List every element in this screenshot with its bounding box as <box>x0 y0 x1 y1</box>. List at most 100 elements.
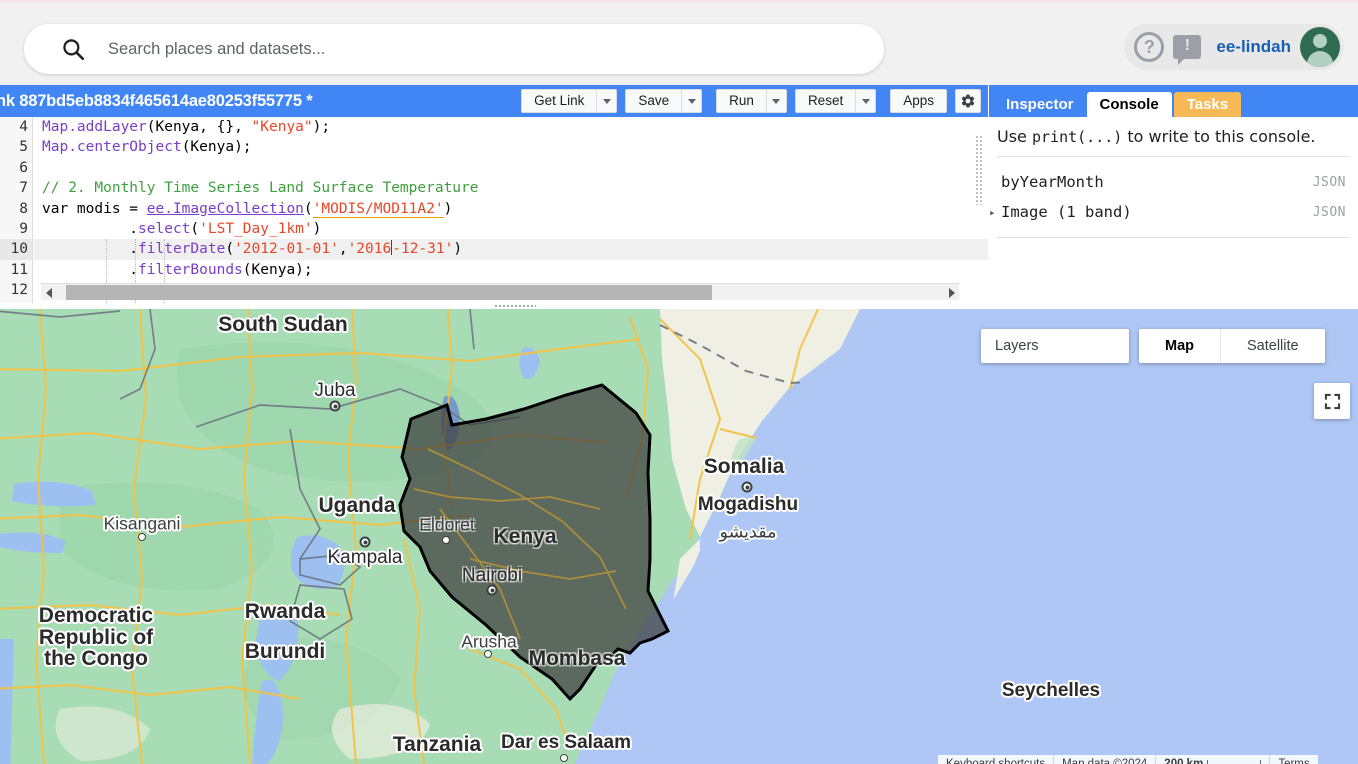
code-string: '2016 <box>347 241 392 258</box>
map-scale-value: 200 km <box>1164 758 1204 764</box>
user-account-pill[interactable]: ? ! ee-lindah <box>1124 24 1344 70</box>
code-line-4[interactable]: Map.addLayer(Kenya, {}, "Kenya"); <box>34 117 988 137</box>
code-string: '2012-01-01' <box>234 241 339 258</box>
fullscreen-button[interactable] <box>1314 383 1350 419</box>
code-editor[interactable]: 4 5 6 7 8 9 10 11 12 13 Map.addLayer(Ken… <box>0 117 988 303</box>
map-label-somalia: Somalia <box>703 455 785 478</box>
map-data-credit: Map data ©2024 <box>1054 755 1157 764</box>
code-token: filterBounds <box>138 261 243 278</box>
scroll-left-arrow[interactable] <box>41 284 56 301</box>
map-label-kampala: Kampala <box>327 547 403 568</box>
expander-icon[interactable]: ▸ <box>989 206 1000 219</box>
code-token: Map.centerObject <box>42 139 182 156</box>
editor-resize-grip[interactable] <box>975 135 983 205</box>
code-token: select <box>138 220 191 237</box>
avatar[interactable] <box>1300 27 1340 67</box>
line-number: 9 <box>19 220 28 237</box>
reset-dropdown-arrow[interactable] <box>855 89 877 113</box>
search-box[interactable] <box>24 24 884 74</box>
line-number-active: 10 <box>0 239 32 260</box>
map-viewport[interactable]: South Sudan Juba Somalia Mogadishu مقديش… <box>0 309 1358 764</box>
code-token: Map.addLayer <box>42 119 147 135</box>
map-label-mombasa: Mombasa <box>528 647 626 670</box>
line-number: 12 <box>10 282 28 299</box>
map-type-satellite[interactable]: Satellite <box>1221 329 1325 363</box>
tab-inspector[interactable]: Inspector <box>993 92 1087 117</box>
search-icon <box>63 39 85 61</box>
run-dropdown-arrow[interactable] <box>765 89 787 113</box>
layers-button[interactable]: Layers <box>981 329 1129 363</box>
code-line-5[interactable]: Map.centerObject(Kenya); <box>34 137 988 157</box>
get-link-dropdown-arrow[interactable] <box>596 89 618 113</box>
code-line-8[interactable]: var modis = ee.ImageCollection('MODIS/MO… <box>34 199 988 219</box>
tab-tasks[interactable]: Tasks <box>1173 92 1242 117</box>
search-input[interactable] <box>108 39 884 59</box>
user-name-label[interactable]: ee-lindah <box>1216 37 1291 57</box>
map-label-drc-line3: the Congo <box>44 647 148 670</box>
line-number-gutter: 4 5 6 7 8 9 10 11 12 13 <box>0 117 33 303</box>
map-scale: 200 km <box>1156 755 1271 764</box>
chevron-down-icon <box>861 98 870 104</box>
map-type-map[interactable]: Map <box>1139 329 1221 363</box>
code-line-10-active[interactable]: .filterDate('2012-01-01','2016-12-31') <box>34 239 988 260</box>
code-line-9[interactable]: .select('LST_Day_1km') <box>34 219 988 239</box>
get-link-button[interactable]: Get Link <box>521 89 597 113</box>
map-label-south-sudan: South Sudan <box>218 313 348 336</box>
map-label-dar-es-salaam: Dar es Salaam <box>501 732 631 753</box>
tab-console[interactable]: Console <box>1086 92 1172 117</box>
map-label-rwanda: Rwanda <box>244 600 326 623</box>
line-number: 7 <box>19 180 28 197</box>
map-label-uganda: Uganda <box>318 494 396 517</box>
save-button[interactable]: Save <box>625 89 682 113</box>
earth-engine-code-editor: ? ! ee-lindah nk 887bd5eb8834f465614ae80… <box>0 0 1358 764</box>
run-group: Run <box>716 89 787 113</box>
horizontal-scroll-thumb[interactable] <box>66 285 712 300</box>
map-label-kenya: Kenya <box>493 525 557 548</box>
code-content[interactable]: Map.addLayer(Kenya, {}, "Kenya"); Map.ce… <box>34 117 988 303</box>
code-comment: // 2. Monthly Time Series Land Surface T… <box>42 180 479 197</box>
console-row-label: Image (1 band) <box>1001 203 1132 221</box>
console-hint: Use print(...) to write to this console. <box>989 117 1358 156</box>
console-row[interactable]: byYearMonth JSON <box>989 167 1358 197</box>
save-dropdown-arrow[interactable] <box>681 89 703 113</box>
editor-horizontal-scrollbar[interactable] <box>41 283 959 300</box>
line-number: 5 <box>19 139 28 156</box>
console-hint-code: print(...) <box>1031 128 1123 146</box>
feedback-icon[interactable]: ! <box>1173 35 1202 65</box>
line-number: 13 <box>0 301 32 304</box>
city-dot-eldoret <box>442 536 450 544</box>
divider <box>997 237 1350 238</box>
keyboard-shortcuts-link[interactable]: Keyboard shortcuts <box>938 755 1055 764</box>
json-link[interactable]: JSON <box>1313 205 1346 220</box>
code-line-11[interactable]: .filterBounds(Kenya); <box>34 260 988 280</box>
json-link[interactable]: JSON <box>1313 175 1346 190</box>
city-dot-nairobi <box>486 584 498 596</box>
code-line-6[interactable] <box>34 158 988 178</box>
run-button[interactable]: Run <box>716 89 766 113</box>
code-line-7[interactable]: // 2. Monthly Time Series Land Surface T… <box>34 178 988 198</box>
city-dot-mogadishu <box>741 481 753 493</box>
line-number: 4 <box>19 119 28 135</box>
chevron-down-icon <box>772 98 781 104</box>
console-tab-bar: Inspector Console Tasks <box>989 85 1358 117</box>
code-token: ee.ImageCollection <box>146 200 304 217</box>
question-mark-circle-icon[interactable]: ? <box>1134 32 1165 62</box>
reset-button[interactable]: Reset <box>794 89 856 113</box>
map-type-toggle[interactable]: Map Satellite <box>1139 329 1325 363</box>
save-group: Save <box>625 89 703 113</box>
top-bar: ? ! ee-lindah <box>0 0 1358 85</box>
console-row[interactable]: ▸ Image (1 band) JSON <box>989 197 1358 227</box>
map-label-mogadishu: Mogadishu <box>697 494 799 515</box>
toolbar-buttons: Get Link Save Run Reset Apps <box>521 89 988 113</box>
console-row-label: byYearMonth <box>1001 173 1104 191</box>
city-dot-dar-es-salaam <box>560 754 568 762</box>
terms-link[interactable]: Terms <box>1270 755 1317 764</box>
city-dot-kampala <box>359 536 371 548</box>
apps-button[interactable]: Apps <box>890 89 947 113</box>
map-label-drc-line1: Democratic <box>38 604 154 627</box>
scroll-right-arrow[interactable] <box>944 284 959 301</box>
map-label-mogadishu-arabic: مقديشو <box>719 521 777 542</box>
city-dot-kisangani <box>138 533 146 541</box>
settings-button[interactable] <box>955 89 981 113</box>
map-label-eldoret: Eldoret <box>419 514 475 535</box>
